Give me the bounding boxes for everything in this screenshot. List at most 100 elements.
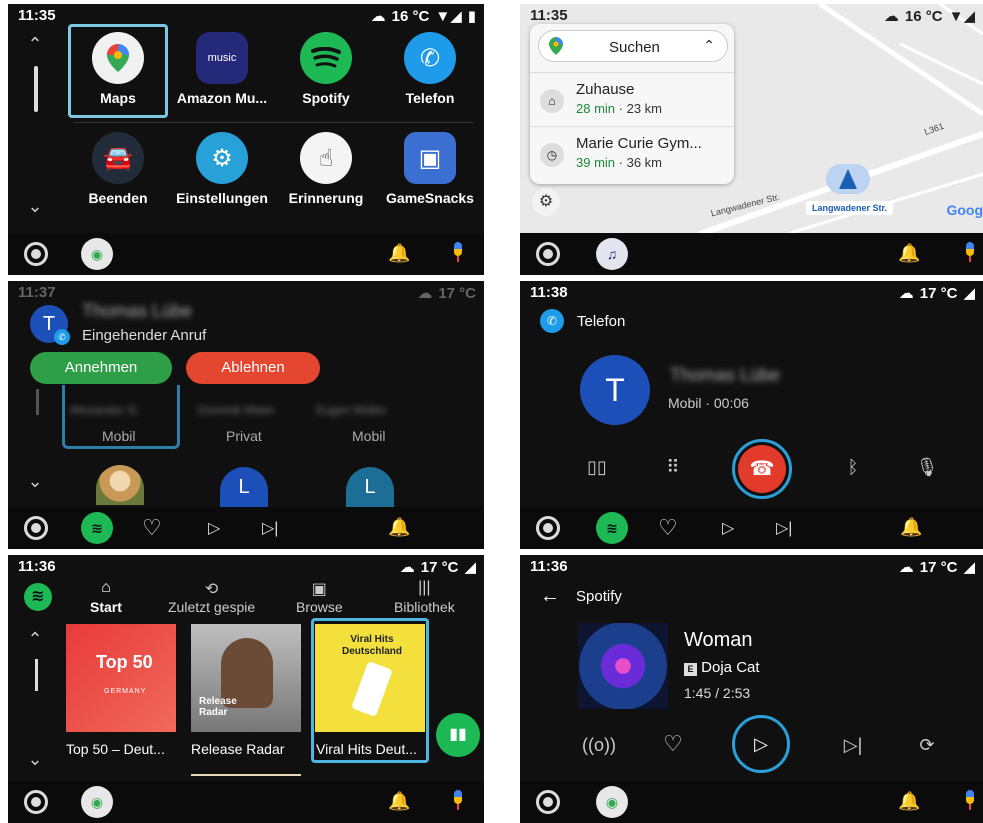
pause-icon[interactable]: ▯▯ [582, 457, 612, 478]
tab-recent[interactable]: ⟲ Zuletzt gespie [168, 579, 255, 615]
maps-icon: ◉ [90, 245, 104, 262]
scroll-thumb[interactable] [34, 66, 38, 112]
status-bar: 11:37 ☁ 17 °C [8, 281, 484, 305]
cover-title: Release Radar [199, 696, 237, 718]
playlist-label[interactable]: Release Radar [191, 741, 284, 757]
end-call-button[interactable]: ☎ [732, 439, 792, 499]
playlist-label[interactable]: Top 50 – Deut... [66, 741, 165, 757]
tab-library[interactable]: ||| Bibliothek [394, 579, 455, 615]
scroll-down-button[interactable]: ⌄ [20, 196, 50, 217]
bell-icon[interactable]: 🔔 [388, 243, 410, 265]
home-button[interactable] [536, 242, 560, 266]
app-label: GameSnacks [386, 190, 474, 206]
google-logo: Goog [946, 202, 983, 218]
playlist-label[interactable]: Viral Hits Deut... [316, 741, 417, 757]
bell-icon[interactable]: 🔔 [388, 517, 410, 539]
scroll-up-button[interactable]: ⌃ [20, 629, 50, 650]
play-icon[interactable]: ▷ [722, 518, 734, 538]
spotify-shortcut[interactable]: ≋ [596, 512, 628, 544]
tab-start[interactable]: ⌂ Start [90, 579, 122, 615]
app-beenden[interactable]: 🚘 Beenden [70, 118, 166, 218]
spotify-shortcut[interactable]: ≋ [81, 512, 113, 544]
maps-shortcut[interactable]: ◉ [81, 786, 113, 818]
play-icon[interactable]: ▷ [208, 518, 220, 538]
app-maps[interactable]: Maps [70, 18, 166, 118]
app-erinnerung[interactable]: ☝ Erinnerung [278, 118, 374, 218]
scroll-down-button[interactable]: ⌄ [20, 471, 50, 492]
back-arrow-icon[interactable]: ← [540, 585, 560, 608]
amazon-music-icon: ♫ [606, 246, 618, 262]
app-einstellungen[interactable]: ⚙ Einstellungen [174, 118, 270, 218]
app-telefon[interactable]: ✆ Telefon [382, 18, 478, 118]
bluetooth-icon[interactable]: ᛒ [838, 457, 868, 478]
contact-label[interactable]: Mobil [352, 428, 385, 444]
home-button[interactable] [536, 516, 560, 540]
playlist-cover-top50[interactable]: Top 50 GERMANY [66, 624, 176, 732]
signal-icon: ▼◢ [948, 8, 975, 25]
search-button[interactable]: Suchen ⌃ [538, 30, 728, 62]
home-icon: ⌂ [101, 579, 111, 596]
broadcast-icon[interactable]: ((o)) [582, 735, 616, 756]
cover-title: Top 50 [96, 652, 153, 672]
caller-name: Thomas Lübe [670, 365, 781, 385]
scroll-thumb[interactable] [35, 659, 38, 691]
heart-icon[interactable]: ♡ [658, 731, 688, 757]
spotify-icon[interactable]: ≋ [24, 583, 52, 611]
dialpad-icon[interactable]: ⠿ [658, 457, 688, 478]
home-button[interactable] [24, 516, 48, 540]
contact-label[interactable]: Privat [226, 428, 262, 444]
mic-icon[interactable] [964, 242, 976, 264]
reminder-icon: ☝ [300, 132, 352, 184]
bell-icon[interactable]: 🔔 [898, 243, 920, 265]
playlist-cover-viral-hits[interactable]: Viral Hits Deutschland [315, 624, 425, 732]
skip-next-icon[interactable]: ▷| [262, 518, 278, 538]
home-button[interactable] [24, 242, 48, 266]
app-gamesnacks[interactable]: ▣ GameSnacks [382, 118, 478, 218]
gear-icon[interactable]: ⚙ [532, 188, 560, 216]
app-spotify[interactable]: Spotify [278, 18, 374, 118]
tab-browse[interactable]: ▣ Browse [296, 579, 343, 615]
maps-shortcut[interactable]: ◉ [596, 786, 628, 818]
contact-avatar[interactable]: L [220, 467, 268, 507]
accept-call-button[interactable]: Annehmen [30, 352, 172, 384]
bell-icon[interactable]: 🔔 [388, 791, 410, 813]
clock: 11:35 [530, 7, 568, 24]
bottom-bar: ◉ 🔔 [520, 781, 983, 823]
scroll-thumb[interactable] [36, 389, 39, 415]
skip-next-icon[interactable]: ▷| [776, 518, 792, 538]
now-playing-button[interactable]: ▮▮ [436, 713, 480, 757]
contact-photo[interactable] [96, 465, 144, 505]
destination-recent[interactable]: ◷ Marie Curie Gym... 39 min · 36 km [530, 126, 734, 178]
contact-avatar[interactable]: L [346, 467, 394, 507]
phone-icon: ✆ [540, 309, 564, 333]
mic-icon[interactable] [452, 242, 464, 264]
home-button[interactable] [24, 790, 48, 814]
amazon-music-shortcut[interactable]: ♫ [596, 238, 628, 270]
decline-call-button[interactable]: Ablehnen [186, 352, 320, 384]
app-title: Telefon [577, 313, 626, 330]
mic-mute-icon[interactable]: 🎙 [912, 457, 942, 478]
spotify-icon: ≋ [91, 519, 103, 536]
bell-icon[interactable]: 🔔 [898, 791, 920, 813]
repeat-icon[interactable]: ⟳ [912, 735, 942, 756]
avatar-letter: T [42, 312, 56, 335]
heart-icon[interactable]: ♡ [658, 515, 678, 541]
clock: 11:36 [530, 558, 568, 575]
home-button[interactable] [536, 790, 560, 814]
play-button[interactable]: ▷ [732, 715, 790, 773]
skip-next-icon[interactable]: ▷| [838, 735, 868, 756]
bell-icon[interactable]: 🔔 [900, 517, 922, 539]
scroll-down-button[interactable]: ⌄ [20, 749, 50, 770]
track-progress: 1:45 / 2:53 [684, 685, 751, 701]
destination-home[interactable]: ⌂ Zuhause 28 min · 23 km [530, 72, 734, 124]
mic-icon[interactable] [964, 790, 976, 812]
scroll-up-button[interactable]: ⌃ [20, 34, 50, 55]
heart-icon[interactable]: ♡ [142, 515, 162, 541]
app-label: Beenden [88, 190, 148, 206]
playlist-cover-release-radar[interactable]: Release Radar [191, 624, 301, 732]
explicit-badge: E [684, 663, 697, 676]
contact-label[interactable]: Mobil [102, 428, 135, 444]
mic-icon[interactable] [452, 790, 464, 812]
maps-shortcut[interactable]: ◉ [81, 238, 113, 270]
app-amazon-music[interactable]: music Amazon Mu... [174, 18, 270, 118]
